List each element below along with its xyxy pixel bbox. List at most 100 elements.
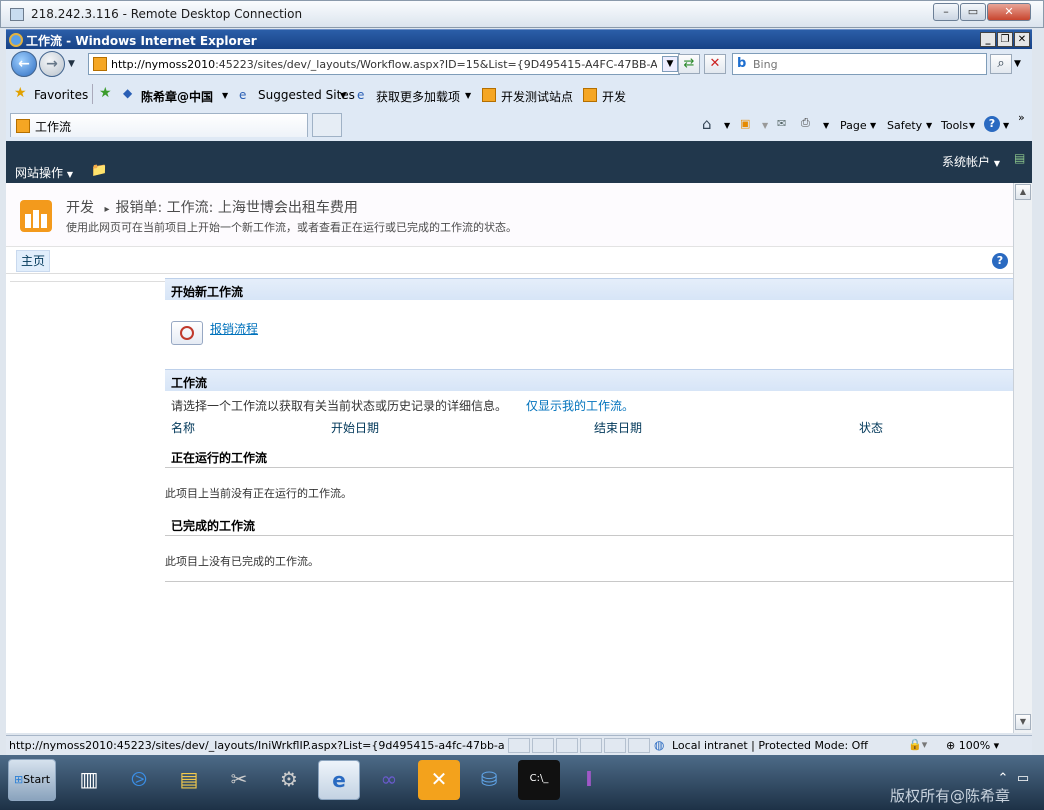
server-manager-icon[interactable]: ▥ <box>68 760 110 800</box>
print-icon[interactable]: ⎙ <box>801 116 810 130</box>
start-label: Start <box>23 773 51 786</box>
remote-desktop-title: 218.242.3.116 - Remote Desktop Connectio… <box>31 7 303 21</box>
refresh-icon[interactable]: ⇄ <box>678 54 700 74</box>
protected-mode-icon[interactable]: 🔒▾ <box>908 738 927 751</box>
breadcrumb-site-link[interactable]: 开发 <box>66 200 94 216</box>
search-box[interactable]: b <box>732 53 987 75</box>
network-tray-icon[interactable]: ▭ <box>1012 760 1034 800</box>
running-workflows-empty: 此项目上当前没有正在运行的工作流。 <box>165 487 352 500</box>
tab-row: 工作流 ⌂ ▼ ▣ ▼ ✉ ⎙ ▼ Page ▼ Safety ▼ Tools … <box>6 111 1032 139</box>
feeds-icon[interactable]: ▣ <box>740 117 750 130</box>
page-chevron-icon[interactable]: ▼ <box>870 121 876 130</box>
favorite-link-4[interactable]: 开发测试站点 <box>501 88 573 105</box>
sql-server-icon[interactable]: ⛁ <box>468 760 510 800</box>
status-url: http://nymoss2010:45223/sites/dev/_layou… <box>9 739 504 752</box>
safety-menu[interactable]: Safety <box>887 119 922 132</box>
bing-logo-icon: b <box>737 56 747 71</box>
site-icon <box>482 88 496 102</box>
site-actions-label: 网站操作 <box>15 166 64 180</box>
command-prompt-icon[interactable]: C:\_ <box>518 760 560 800</box>
sharepoint-help-icon[interactable]: ? <box>992 253 1008 269</box>
rd-close-button[interactable]: ✕ <box>987 3 1031 21</box>
favorite-link-3[interactable]: 获取更多加载项 <box>376 88 460 105</box>
favorite-link-1[interactable]: 陈希章@中国 <box>141 88 213 105</box>
page-status-icon[interactable]: ▤ <box>1014 151 1025 165</box>
tab-home[interactable]: 主页 <box>16 250 50 272</box>
workflow-start-icon[interactable] <box>171 321 203 345</box>
services-icon[interactable]: ⚙ <box>268 760 310 800</box>
print-chevron-icon[interactable]: ▼ <box>823 121 829 130</box>
page-menu[interactable]: Page <box>840 119 867 132</box>
visual-studio-icon[interactable]: ∞ <box>368 760 410 800</box>
zoom-level[interactable]: ⊕ 100% ▾ <box>946 739 999 752</box>
search-options-chevron-icon[interactable]: ▼ <box>1014 59 1021 69</box>
search-icon[interactable]: ⌕ <box>990 54 1012 74</box>
navigate-up-icon[interactable]: 📁 <box>91 163 107 178</box>
address-bar[interactable]: http://nymoss2010:45223/sites/dev/_layou… <box>88 53 680 75</box>
vertical-scrollbar[interactable]: ▲ ▼ <box>1013 183 1032 733</box>
add-favorite-icon[interactable]: ★ <box>99 85 112 101</box>
powershell-icon[interactable]: ⧁ <box>118 760 160 800</box>
tools-chevron-icon[interactable]: ▼ <box>969 121 975 130</box>
workflow-site-logo-icon <box>20 200 52 232</box>
tools-icon[interactable]: ✂ <box>218 760 260 800</box>
security-zone[interactable]: Local intranet | Protected Mode: Off <box>672 739 868 752</box>
new-tab-button[interactable] <box>312 113 342 137</box>
explorer-icon[interactable]: ▤ <box>168 760 210 800</box>
favorite-link-5[interactable]: 开发 <box>602 88 626 105</box>
quick-launch <box>10 274 165 282</box>
address-url[interactable]: http://nymoss2010:45223/sites/dev/_layou… <box>111 58 657 71</box>
rd-maximize-button[interactable]: ▭ <box>960 3 986 21</box>
ie-titlebar: 工作流 - Windows Internet Explorer _ ❐ ✕ <box>6 29 1032 49</box>
favorites-star-icon: ★ <box>14 85 27 101</box>
favorite-2-chevron-icon[interactable]: ▼ <box>340 91 346 100</box>
back-button[interactable]: ← <box>11 51 37 77</box>
column-name[interactable]: 名称 <box>171 419 195 436</box>
favorite-1-chevron-icon[interactable]: ▼ <box>222 91 228 100</box>
feeds-chevron-icon[interactable]: ▼ <box>762 121 768 130</box>
tools-menu[interactable]: Tools <box>941 119 968 132</box>
column-end-date[interactable]: 结束日期 <box>594 419 642 436</box>
breadcrumb-list-link[interactable]: 报销单 <box>115 200 157 216</box>
favorite-3-chevron-icon[interactable]: ▼ <box>465 91 471 100</box>
scroll-down-icon[interactable]: ▼ <box>1015 714 1031 730</box>
section-divider <box>165 581 1013 582</box>
site-actions-menu[interactable]: 网站操作 ▼ <box>15 164 73 181</box>
ie-restore-button[interactable]: ❐ <box>997 32 1013 47</box>
completed-workflows-header: 已完成的工作流 <box>165 514 1013 536</box>
recent-pages-chevron-icon[interactable]: ▼ <box>68 59 75 69</box>
safety-chevron-icon[interactable]: ▼ <box>926 121 932 130</box>
account-menu[interactable]: 系统帐户 ▼ <box>942 153 1000 170</box>
toolbar-overflow-icon[interactable]: » <box>1018 111 1025 124</box>
column-start-date[interactable]: 开始日期 <box>331 419 379 436</box>
breadcrumb: 开发 ▸ 报销单: 工作流: 上海世博会出租车费用 <box>66 197 358 217</box>
taskbar: ⊞Start ▥ ⧁ ▤ ✂ ⚙ e ∞ ✕ ⛁ C:\_ I ⌃ ▭ 版权所有… <box>0 755 1044 810</box>
start-button[interactable]: ⊞Start <box>8 759 56 801</box>
start-workflow-header: 开始新工作流 <box>165 278 1013 300</box>
tab-workflow[interactable]: 工作流 <box>10 113 308 137</box>
sharepoint-site-icon <box>93 57 107 71</box>
ie-help-icon[interactable]: ? <box>984 116 1000 132</box>
infopath-icon[interactable]: I <box>568 760 610 800</box>
home-chevron-icon[interactable]: ▼ <box>724 121 730 130</box>
mail-icon[interactable]: ✉ <box>777 117 786 130</box>
home-icon[interactable]: ⌂ <box>702 115 712 133</box>
search-input[interactable] <box>753 56 981 72</box>
rd-minimize-button[interactable]: – <box>933 3 959 21</box>
scroll-up-icon[interactable]: ▲ <box>1015 184 1031 200</box>
sharepoint-designer-icon[interactable]: ✕ <box>418 760 460 800</box>
site-actions-chevron-icon: ▼ <box>66 170 73 179</box>
start-workflow-link[interactable]: 报销流程 <box>210 320 258 337</box>
help-chevron-icon[interactable]: ▼ <box>1003 121 1009 130</box>
favorites-button[interactable]: Favorites <box>34 88 88 102</box>
column-status[interactable]: 状态 <box>859 419 883 436</box>
internet-explorer-icon[interactable]: e <box>318 760 360 800</box>
ie-close-button[interactable]: ✕ <box>1014 32 1030 47</box>
address-dropdown-icon[interactable]: ▼ <box>662 56 678 72</box>
stop-icon[interactable]: ✕ <box>704 54 726 74</box>
forward-button[interactable]: → <box>39 51 65 77</box>
ie-minimize-button[interactable]: _ <box>980 32 996 47</box>
show-my-workflows-link[interactable]: 仅显示我的工作流。 <box>526 397 634 414</box>
workflows-intro: 请选择一个工作流以获取有关当前状态或历史记录的详细信息。 <box>171 399 508 413</box>
ie-page-icon: e <box>239 88 247 102</box>
